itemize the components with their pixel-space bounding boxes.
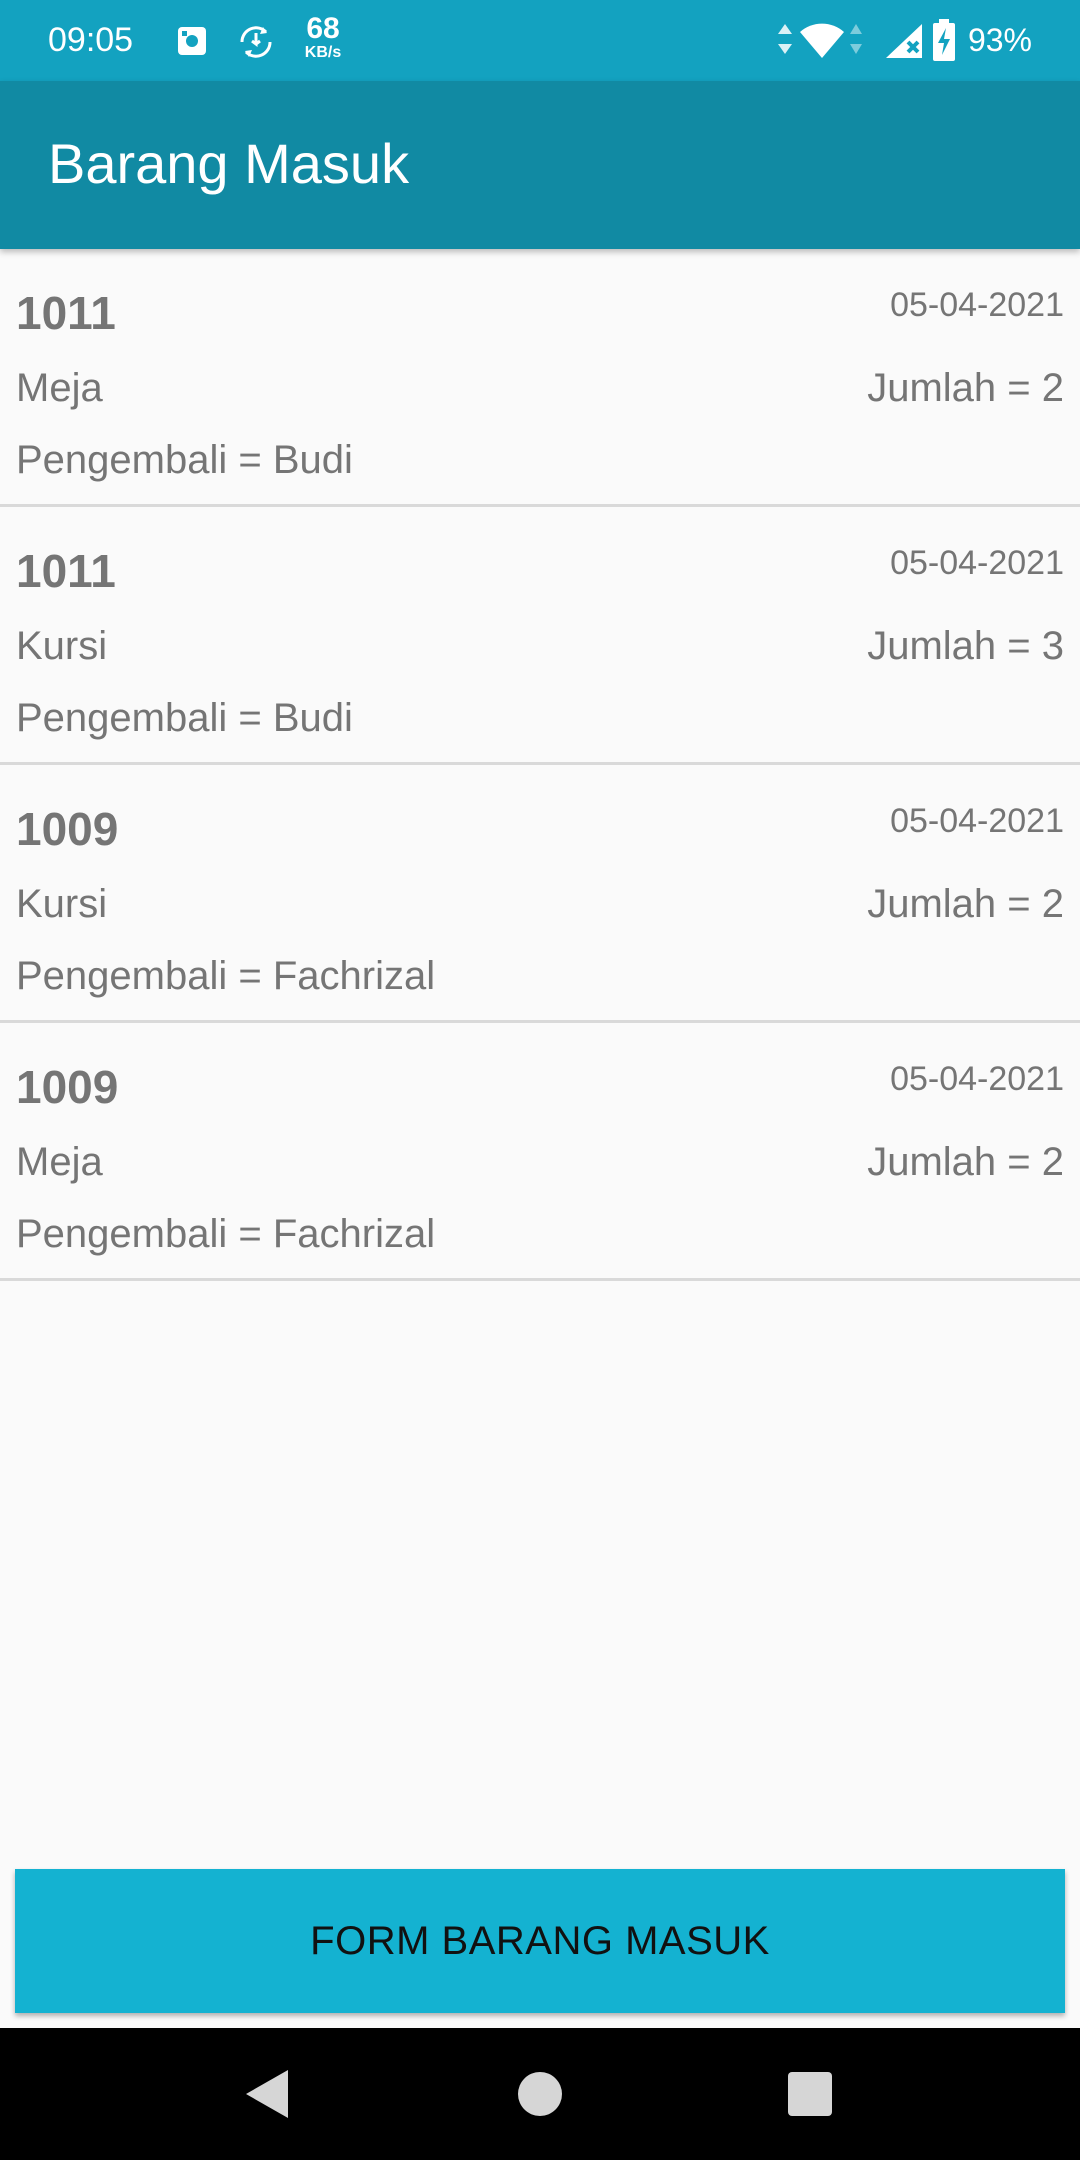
incoming-goods-list: 1011 05-04-2021 Meja Jumlah = 2 Pengemba…	[0, 249, 1080, 1281]
list-item[interactable]: 1011 05-04-2021 Meja Jumlah = 2 Pengemba…	[0, 249, 1080, 507]
item-quantity: Jumlah = 3	[867, 624, 1064, 668]
list-item[interactable]: 1009 05-04-2021 Kursi Jumlah = 2 Pengemb…	[0, 765, 1080, 1023]
form-barang-masuk-button[interactable]: FORM BARANG MASUK	[15, 1869, 1065, 2013]
wifi-activity-icon	[850, 24, 862, 54]
page-title: Barang Masuk	[48, 132, 410, 195]
list-item[interactable]: 1011 05-04-2021 Kursi Jumlah = 3 Pengemb…	[0, 507, 1080, 765]
item-name: Kursi	[16, 624, 108, 668]
network-speed: 68 KB/s	[298, 14, 348, 61]
item-name: Meja	[16, 1140, 103, 1184]
item-code: 1011	[16, 545, 116, 597]
app-bar: Barang Masuk	[0, 81, 1080, 249]
item-returner: Pengembali = Budi	[16, 438, 353, 482]
item-quantity: Jumlah = 2	[867, 882, 1064, 926]
network-speed-value: 68	[306, 12, 340, 45]
recents-icon[interactable]	[774, 2058, 846, 2130]
battery-percent: 93%	[967, 22, 1032, 58]
navigation-bar	[0, 2028, 1080, 2160]
data-arrows-icon	[778, 24, 792, 54]
item-date: 05-04-2021	[890, 286, 1064, 324]
status-bar: 09:05 68 KB/s 93%	[0, 0, 1080, 81]
sync-icon	[240, 26, 272, 58]
home-icon[interactable]	[504, 2058, 576, 2130]
battery-charging-icon	[933, 19, 955, 61]
network-speed-unit: KB/s	[304, 44, 342, 61]
item-date: 05-04-2021	[890, 802, 1064, 840]
item-quantity: Jumlah = 2	[867, 366, 1064, 410]
screenshot-icon	[178, 27, 206, 55]
item-returner: Pengembali = Budi	[16, 696, 353, 740]
cell-signal-icon	[886, 24, 922, 58]
item-date: 05-04-2021	[890, 544, 1064, 582]
item-name: Meja	[16, 366, 103, 410]
wifi-icon	[800, 23, 844, 58]
item-code: 1009	[16, 1061, 119, 1113]
item-date: 05-04-2021	[890, 1060, 1064, 1098]
item-returner: Pengembali = Fachrizal	[16, 954, 436, 998]
item-returner: Pengembali = Fachrizal	[16, 1212, 436, 1256]
back-icon[interactable]	[232, 2058, 304, 2130]
item-quantity: Jumlah = 2	[867, 1140, 1064, 1184]
screen: 09:05 68 KB/s 93% Barang Masuk 1011 05-0…	[0, 0, 1080, 2160]
list-item[interactable]: 1009 05-04-2021 Meja Jumlah = 2 Pengemba…	[0, 1023, 1080, 1281]
status-time: 09:05	[48, 21, 134, 59]
item-code: 1011	[16, 287, 116, 339]
item-name: Kursi	[16, 882, 108, 926]
item-code: 1009	[16, 803, 119, 855]
